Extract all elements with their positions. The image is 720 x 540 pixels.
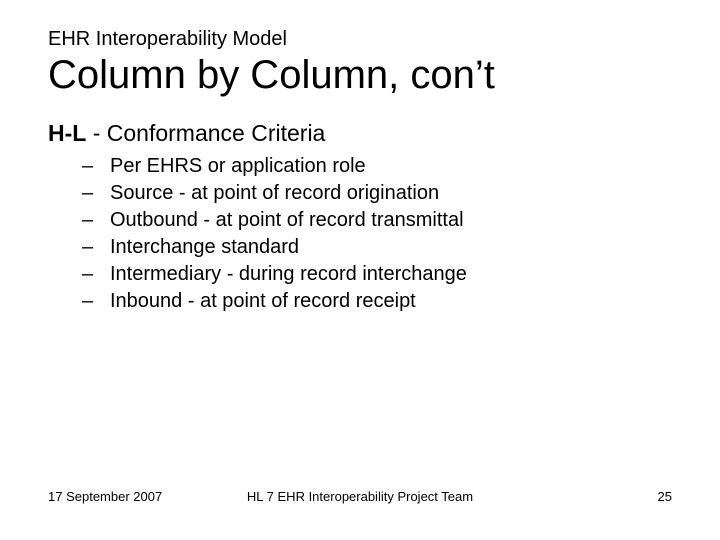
bullet-text: Inbound - at point of record receipt (110, 288, 416, 315)
list-item: – Source - at point of record originatio… (82, 180, 672, 207)
list-item: – Intermediary - during record interchan… (82, 261, 672, 288)
footer-page-number: 25 (658, 489, 672, 504)
bullet-list: – Per EHRS or application role – Source … (48, 153, 672, 315)
bullet-text: Per EHRS or application role (110, 153, 366, 180)
bullet-dash-icon: – (82, 261, 110, 288)
bullet-text: Interchange standard (110, 234, 299, 261)
slide-title: Column by Column, con’t (48, 53, 672, 98)
bullet-dash-icon: – (82, 288, 110, 315)
list-item: – Outbound - at point of record transmit… (82, 207, 672, 234)
list-item: – Per EHRS or application role (82, 153, 672, 180)
section-heading: H-L - Conformance Criteria (48, 120, 672, 147)
list-item: – Interchange standard (82, 234, 672, 261)
section-label-rest: - Conformance Criteria (86, 120, 325, 146)
bullet-dash-icon: – (82, 180, 110, 207)
bullet-dash-icon: – (82, 234, 110, 261)
slide-footer: 17 September 2007 HL 7 EHR Interoperabil… (48, 489, 672, 504)
bullet-dash-icon: – (82, 207, 110, 234)
list-item: – Inbound - at point of record receipt (82, 288, 672, 315)
section-label-bold: H-L (48, 120, 86, 146)
bullet-text: Outbound - at point of record transmitta… (110, 207, 464, 234)
bullet-text: Source - at point of record origination (110, 180, 439, 207)
slide-supertitle: EHR Interoperability Model (48, 28, 672, 51)
bullet-text: Intermediary - during record interchange (110, 261, 467, 288)
footer-date: 17 September 2007 (48, 489, 162, 504)
bullet-dash-icon: – (82, 153, 110, 180)
